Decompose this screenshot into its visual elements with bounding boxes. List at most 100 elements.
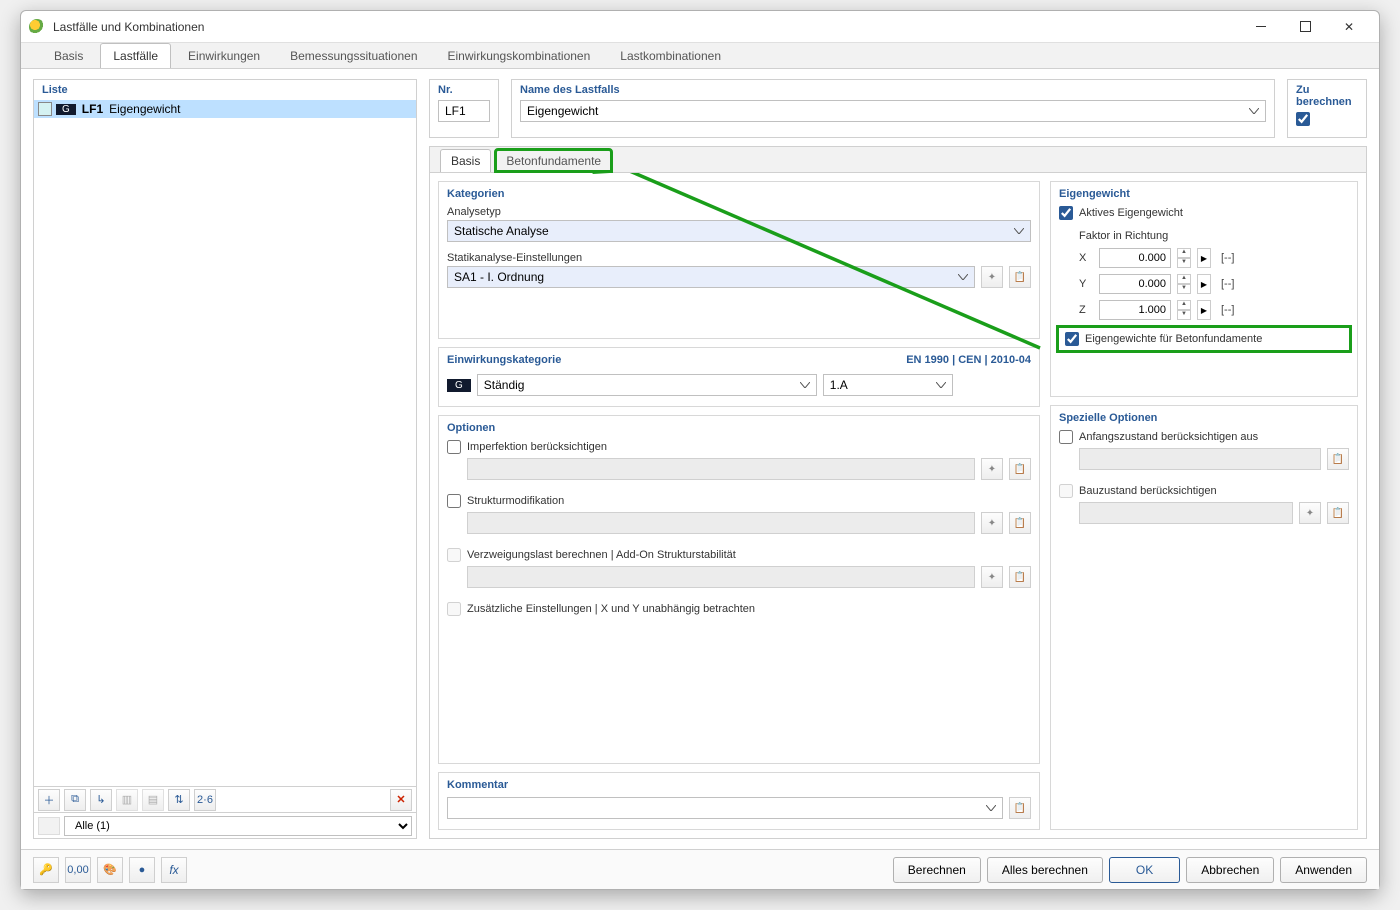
edit-icon[interactable]: 📋 (1009, 458, 1031, 480)
kommentar-group: Kommentar 📋 (438, 772, 1040, 830)
titlebar: Lastfälle und Kombinationen (21, 11, 1379, 43)
left-list-panel: Liste G LF1 Eigengewicht ＋ ⧉ ↳ ▥ ▤ ⇅ 2·6… (33, 79, 417, 839)
list-item-code: LF1 (82, 102, 103, 116)
verzweigung-label: Verzweigungslast berechnen | Add-On Stru… (467, 549, 736, 561)
abbrechen-button[interactable]: Abbrechen (1186, 857, 1274, 883)
main-tab-bemessungssituationen[interactable]: Bemessungssituationen (277, 43, 430, 68)
aktiv-checkbox[interactable] (1059, 206, 1073, 220)
main-tab-einwirkungskombinationen[interactable]: Einwirkungskombinationen (435, 43, 604, 68)
factor-row-y: Y▲▼▶[--] (1079, 274, 1349, 294)
nr-input[interactable] (438, 100, 490, 122)
nr-label: Nr. (438, 84, 490, 96)
color-icon[interactable]: 🎨 (97, 857, 123, 883)
kategorien-title: Kategorien (447, 188, 1031, 200)
list-toolbar: ＋ ⧉ ↳ ▥ ▤ ⇅ 2·6 ✕ (34, 786, 416, 812)
bau-checkbox (1059, 484, 1073, 498)
minimize-button[interactable] (1239, 13, 1283, 41)
eigengewicht-group: Eigengewicht Aktives Eigengewicht Faktor… (1050, 181, 1358, 397)
insert-button[interactable]: ↳ (90, 789, 112, 811)
factor-input-y[interactable] (1099, 274, 1171, 294)
step-icon[interactable]: ▶ (1197, 274, 1211, 294)
renumber-button[interactable]: 2·6 (194, 789, 216, 811)
new-icon[interactable]: ✦ (1299, 502, 1321, 524)
main-tab-lastfälle[interactable]: Lastfälle (100, 43, 171, 68)
dot-icon[interactable]: ● (129, 857, 155, 883)
filter-select[interactable]: Alle (1) (64, 816, 412, 836)
einwirkung-title: Einwirkungskategorie (447, 354, 561, 366)
spinner[interactable]: ▲▼ (1177, 274, 1191, 294)
group-up-button: ▥ (116, 789, 138, 811)
group-down-button: ▤ (142, 789, 164, 811)
analysetyp-combo[interactable]: Statische Analyse (447, 220, 1031, 242)
factor-row-z: Z▲▼▶[--] (1079, 300, 1349, 320)
ok-button[interactable]: OK (1109, 857, 1180, 883)
main-tab-basis[interactable]: Basis (41, 43, 96, 68)
analysetyp-label: Analysetyp (447, 206, 1031, 218)
alles-berechnen-button[interactable]: Alles berechnen (987, 857, 1103, 883)
list-item[interactable]: G LF1 Eigengewicht (34, 100, 416, 118)
sort-button[interactable]: ⇅ (168, 789, 190, 811)
verzweigung-checkbox (447, 548, 461, 562)
axis-label: Z (1079, 304, 1093, 316)
list-item-checkbox[interactable] (38, 102, 52, 116)
delete-button[interactable]: ✕ (390, 789, 412, 811)
bau-label: Bauzustand berücksichtigen (1079, 485, 1217, 497)
beton-label: Eigengewichte für Betonfundamente (1085, 333, 1262, 345)
edit-icon[interactable]: 📋 (1327, 448, 1349, 470)
imperfektion-checkbox[interactable] (447, 440, 461, 454)
help-icon[interactable]: 🔑 (33, 857, 59, 883)
new-icon[interactable]: ✦ (981, 566, 1003, 588)
kommentar-combo[interactable] (447, 797, 1003, 819)
factor-input-z[interactable] (1099, 300, 1171, 320)
faktor-label: Faktor in Richtung (1079, 230, 1349, 242)
step-icon[interactable]: ▶ (1197, 300, 1211, 320)
list-item-name: Eigengewicht (109, 102, 180, 116)
statik-combo[interactable]: SA1 - I. Ordnung (447, 266, 975, 288)
berechnen-button[interactable]: Berechnen (893, 857, 981, 883)
bau-field (1079, 502, 1293, 524)
add-button[interactable]: ＋ (38, 789, 60, 811)
edit-icon[interactable]: 📋 (1009, 566, 1031, 588)
edit-icon[interactable]: 📋 (1009, 512, 1031, 534)
edit-icon[interactable]: 📋 (1009, 266, 1031, 288)
struktur-checkbox[interactable] (447, 494, 461, 508)
copy-button[interactable]: ⧉ (64, 789, 86, 811)
maximize-button[interactable] (1283, 13, 1327, 41)
calc-checkbox[interactable] (1296, 112, 1310, 126)
edit-icon[interactable]: 📋 (1327, 502, 1349, 524)
einwirkung-combo[interactable]: Ständig (477, 374, 817, 396)
right-panel: Nr. Name des Lastfalls Eigengewicht Zu b… (429, 79, 1367, 839)
spinner[interactable]: ▲▼ (1177, 300, 1191, 320)
units-icon[interactable]: 0,00 (65, 857, 91, 883)
zusatz-label: Zusätzliche Einstellungen | X und Y unab… (467, 603, 755, 615)
close-button[interactable] (1327, 13, 1371, 41)
einwirkung-sub-combo[interactable]: 1.A (823, 374, 953, 396)
calc-label: Zu berechnen (1296, 84, 1358, 108)
calc-field: Zu berechnen (1287, 79, 1367, 138)
anfang-checkbox[interactable] (1059, 430, 1073, 444)
zusatz-checkbox (447, 602, 461, 616)
main-tab-lastkombinationen[interactable]: Lastkombinationen (607, 43, 734, 68)
beton-checkbox[interactable] (1065, 332, 1079, 346)
aktiv-label: Aktives Eigengewicht (1079, 207, 1183, 219)
factor-input-x[interactable] (1099, 248, 1171, 268)
sub-tab-betonfundamente[interactable]: Betonfundamente (495, 149, 612, 172)
sub-tab-basis[interactable]: Basis (440, 149, 491, 172)
einwirkung-tag: G (447, 379, 471, 392)
beton-highlight: Eigengewichte für Betonfundamente (1059, 328, 1349, 350)
kommentar-edit-icon[interactable]: 📋 (1009, 797, 1031, 819)
struktur-label: Strukturmodifikation (467, 495, 564, 507)
name-label: Name des Lastfalls (520, 84, 1266, 96)
filter-bar: Alle (1) (34, 812, 416, 838)
spezielle-group: Spezielle Optionen Anfangszustand berück… (1050, 405, 1358, 830)
new-icon[interactable]: ✦ (981, 512, 1003, 534)
new-icon[interactable]: ✦ (981, 458, 1003, 480)
step-icon[interactable]: ▶ (1197, 248, 1211, 268)
spinner[interactable]: ▲▼ (1177, 248, 1191, 268)
new-icon[interactable]: ✦ (981, 266, 1003, 288)
name-combo[interactable]: Eigengewicht (520, 100, 1266, 122)
main-tab-einwirkungen[interactable]: Einwirkungen (175, 43, 273, 68)
anwenden-button[interactable]: Anwenden (1280, 857, 1367, 883)
anfang-field (1079, 448, 1321, 470)
fx-icon[interactable]: fx (161, 857, 187, 883)
